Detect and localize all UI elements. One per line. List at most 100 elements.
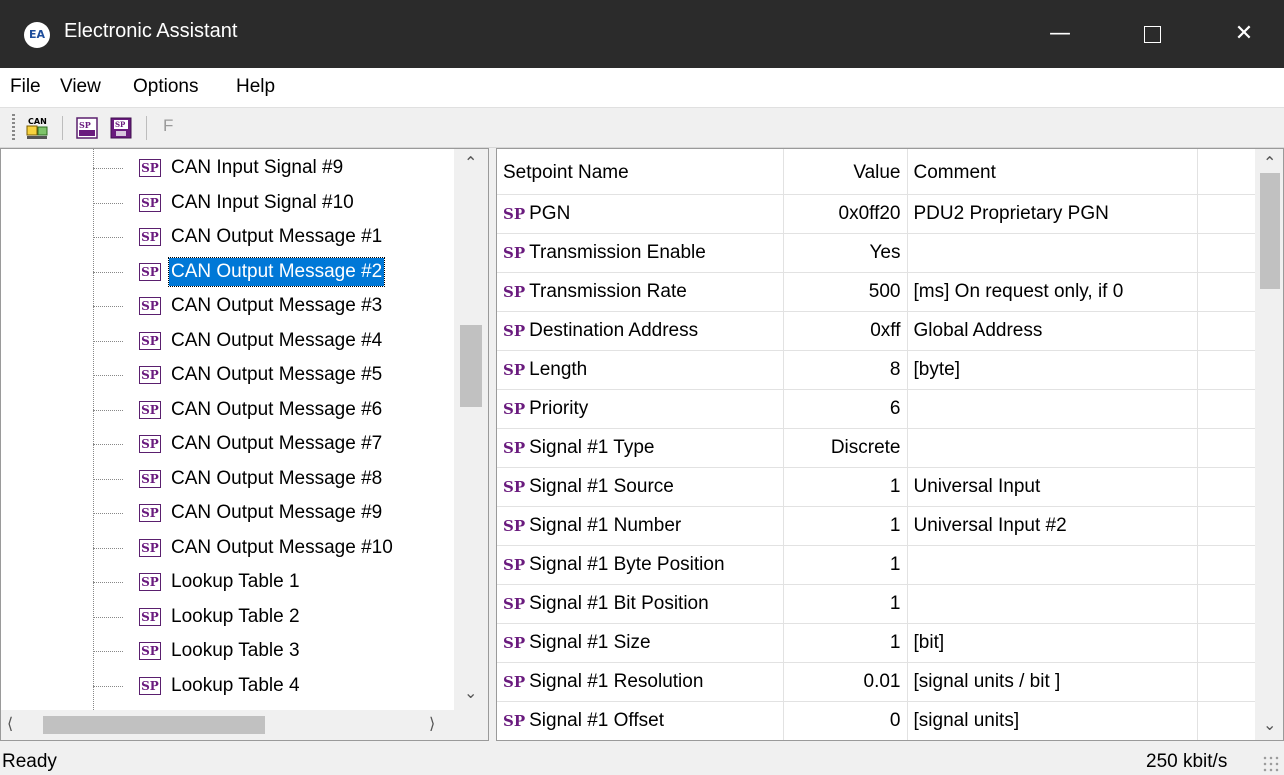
setpoint-name-cell[interactable]: SP Signal #1 Type [497, 428, 784, 468]
scroll-down-icon[interactable]: ⌄ [464, 683, 477, 702]
toolbar-grip[interactable] [12, 114, 15, 142]
menu-help[interactable]: Help [236, 76, 275, 98]
col-setpoint-name[interactable]: Setpoint Name [497, 149, 784, 195]
window-title: Electronic Assistant [64, 20, 238, 42]
col-comment[interactable]: Comment [907, 149, 1198, 195]
setpoint-value[interactable]: 0.01 [783, 662, 908, 702]
scroll-up-icon[interactable]: ⌃ [464, 153, 477, 172]
can-connect-button[interactable]: CAN [24, 115, 50, 141]
tree-connector [93, 271, 123, 273]
maximize-button[interactable] [1106, 0, 1198, 68]
scroll-left-icon[interactable]: ⟨ [7, 714, 13, 733]
col-value[interactable]: Value [783, 149, 908, 195]
status-bar: Ready 250 kbit/s [0, 741, 1284, 775]
table-row[interactable]: SP Signal #1 Source 1 Universal Input [497, 467, 1257, 507]
table-row[interactable]: SP Transmission Enable Yes [497, 233, 1257, 273]
tree-item[interactable]: SP Lookup Table 1 [93, 565, 453, 599]
table-row[interactable]: SP Signal #1 Byte Position 1 [497, 545, 1257, 585]
menu-options[interactable]: Options [133, 76, 198, 98]
filler-cell [1197, 701, 1257, 740]
setpoint-value[interactable]: 0xff [783, 311, 908, 351]
tree-item[interactable]: SP CAN Output Message #5 [93, 358, 453, 392]
setpoint-value[interactable]: 0x0ff20 [783, 194, 908, 234]
setpoint-value[interactable]: 1 [783, 545, 908, 585]
setpoint-value[interactable]: 500 [783, 272, 908, 312]
scroll-thumb[interactable] [460, 325, 482, 407]
setpoint-name-cell[interactable]: SP Signal #1 Byte Position [497, 545, 784, 585]
tree-item[interactable]: SP Lookup Table 4 [93, 669, 453, 703]
tree-item[interactable]: SP Lookup Table 2 [93, 600, 453, 634]
setpoint-value[interactable]: 1 [783, 467, 908, 507]
resize-grip-icon[interactable] [1262, 755, 1280, 773]
menu-view[interactable]: View [60, 76, 101, 98]
scroll-right-icon[interactable]: ⟩ [429, 714, 435, 733]
tree-item[interactable]: SP CAN Output Message #9 [93, 496, 453, 530]
tree-item[interactable]: SP CAN Output Message #10 [93, 531, 453, 565]
setpoint-name-cell[interactable]: SP Destination Address [497, 311, 784, 351]
tree-item[interactable]: SP CAN Output Message #1 [93, 220, 453, 254]
setpoint-name: Signal #1 Byte Position [529, 553, 725, 575]
table-row[interactable]: SP Priority 6 [497, 389, 1257, 429]
sp-save-button[interactable]: SP [108, 115, 134, 141]
setpoint-tree[interactable]: SP CAN Input Signal #9 SP CAN Input Signal … [0, 148, 489, 741]
setpoint-name-cell[interactable]: SP Priority [497, 389, 784, 429]
setpoint-comment: PDU2 Proprietary PGN [907, 194, 1198, 234]
table-row[interactable]: SP PGN 0x0ff20 PDU2 Proprietary PGN [497, 194, 1257, 234]
tree-item[interactable]: SP CAN Output Message #6 [93, 393, 453, 427]
minimize-button[interactable]: — [1014, 0, 1106, 68]
table-row[interactable]: SP Signal #1 Bit Position 1 [497, 584, 1257, 624]
close-button[interactable]: ✕ [1198, 0, 1284, 68]
tree-item-label: Lookup Table 1 [171, 571, 300, 592]
scroll-thumb[interactable] [1260, 173, 1280, 289]
tree-item[interactable]: SP CAN Output Message #2 [93, 255, 453, 289]
scroll-up-icon[interactable]: ⌃ [1263, 153, 1276, 172]
setpoint-name-cell[interactable]: SP Length [497, 350, 784, 390]
setpoint-value[interactable]: 1 [783, 584, 908, 624]
setpoint-name-cell[interactable]: SP Signal #1 Offset [497, 701, 784, 740]
tree-item[interactable]: SP CAN Output Message #4 [93, 324, 453, 358]
grid-vertical-scrollbar[interactable]: ⌃ ⌄ [1255, 149, 1283, 740]
sp-open-button[interactable]: SP [74, 115, 100, 141]
table-row[interactable]: SP Signal #1 Resolution 0.01 [signal units … [497, 662, 1257, 702]
scroll-down-icon[interactable]: ⌄ [1263, 715, 1276, 734]
setpoint-grid[interactable]: Setpoint Name Value Comment SP PGN 0x0ff20… [496, 148, 1284, 741]
tree-item[interactable]: SP CAN Output Message #8 [93, 462, 453, 496]
setpoint-name-cell[interactable]: SP PGN [497, 194, 784, 234]
tree-item[interactable]: SP CAN Input Signal #10 [93, 186, 453, 220]
tree-vertical-scrollbar[interactable]: ⌃ ⌄ [454, 149, 488, 710]
setpoint-name-cell[interactable]: SP Transmission Rate [497, 272, 784, 312]
setpoint-name-cell[interactable]: SP Signal #1 Size [497, 623, 784, 663]
setpoint-name-cell[interactable]: SP Signal #1 Number [497, 506, 784, 546]
table-row[interactable]: SP Signal #1 Offset 0 [signal units] [497, 701, 1257, 740]
tree-item-label: CAN Output Message #9 [171, 502, 383, 523]
tree-connector [93, 478, 123, 480]
menu-file[interactable]: File [10, 76, 41, 98]
table-row[interactable]: SP Signal #1 Number 1 Universal Input #2 [497, 506, 1257, 546]
setpoint-value[interactable]: Discrete [783, 428, 908, 468]
scroll-thumb[interactable] [43, 716, 265, 734]
setpoint-name-cell[interactable]: SP Transmission Enable [497, 233, 784, 273]
setpoint-icon: SP [503, 594, 526, 613]
tree-item[interactable]: SP Lookup Table 3 [93, 634, 453, 668]
tree-item[interactable]: SP CAN Input Signal #9 [93, 151, 453, 185]
tree-item[interactable]: SP CAN Output Message #7 [93, 427, 453, 461]
f-button[interactable]: F [163, 116, 173, 136]
table-row[interactable]: SP Transmission Rate 500 [ms] On request on… [497, 272, 1257, 312]
setpoint-name-cell[interactable]: SP Signal #1 Bit Position [497, 584, 784, 624]
tree-horizontal-scrollbar[interactable]: ⟨ ⟩ [1, 710, 454, 740]
setpoint-name-cell[interactable]: SP Signal #1 Source [497, 467, 784, 507]
setpoint-value[interactable]: 1 [783, 623, 908, 663]
table-row[interactable]: SP Signal #1 Size 1 [bit] [497, 623, 1257, 663]
table-row[interactable]: SP Signal #1 Type Discrete [497, 428, 1257, 468]
setpoint-value[interactable]: 0 [783, 701, 908, 740]
table-row[interactable]: SP Length 8 [byte] [497, 350, 1257, 390]
setpoint-value[interactable]: 8 [783, 350, 908, 390]
setpoint-value[interactable]: 6 [783, 389, 908, 429]
setpoint-value[interactable]: Yes [783, 233, 908, 273]
tree-item[interactable]: SP CAN Output Message #3 [93, 289, 453, 323]
scroll-corner [454, 710, 488, 740]
setpoint-icon: SP [139, 469, 161, 488]
table-row[interactable]: SP Destination Address 0xff Global Address [497, 311, 1257, 351]
setpoint-value[interactable]: 1 [783, 506, 908, 546]
setpoint-name-cell[interactable]: SP Signal #1 Resolution [497, 662, 784, 702]
